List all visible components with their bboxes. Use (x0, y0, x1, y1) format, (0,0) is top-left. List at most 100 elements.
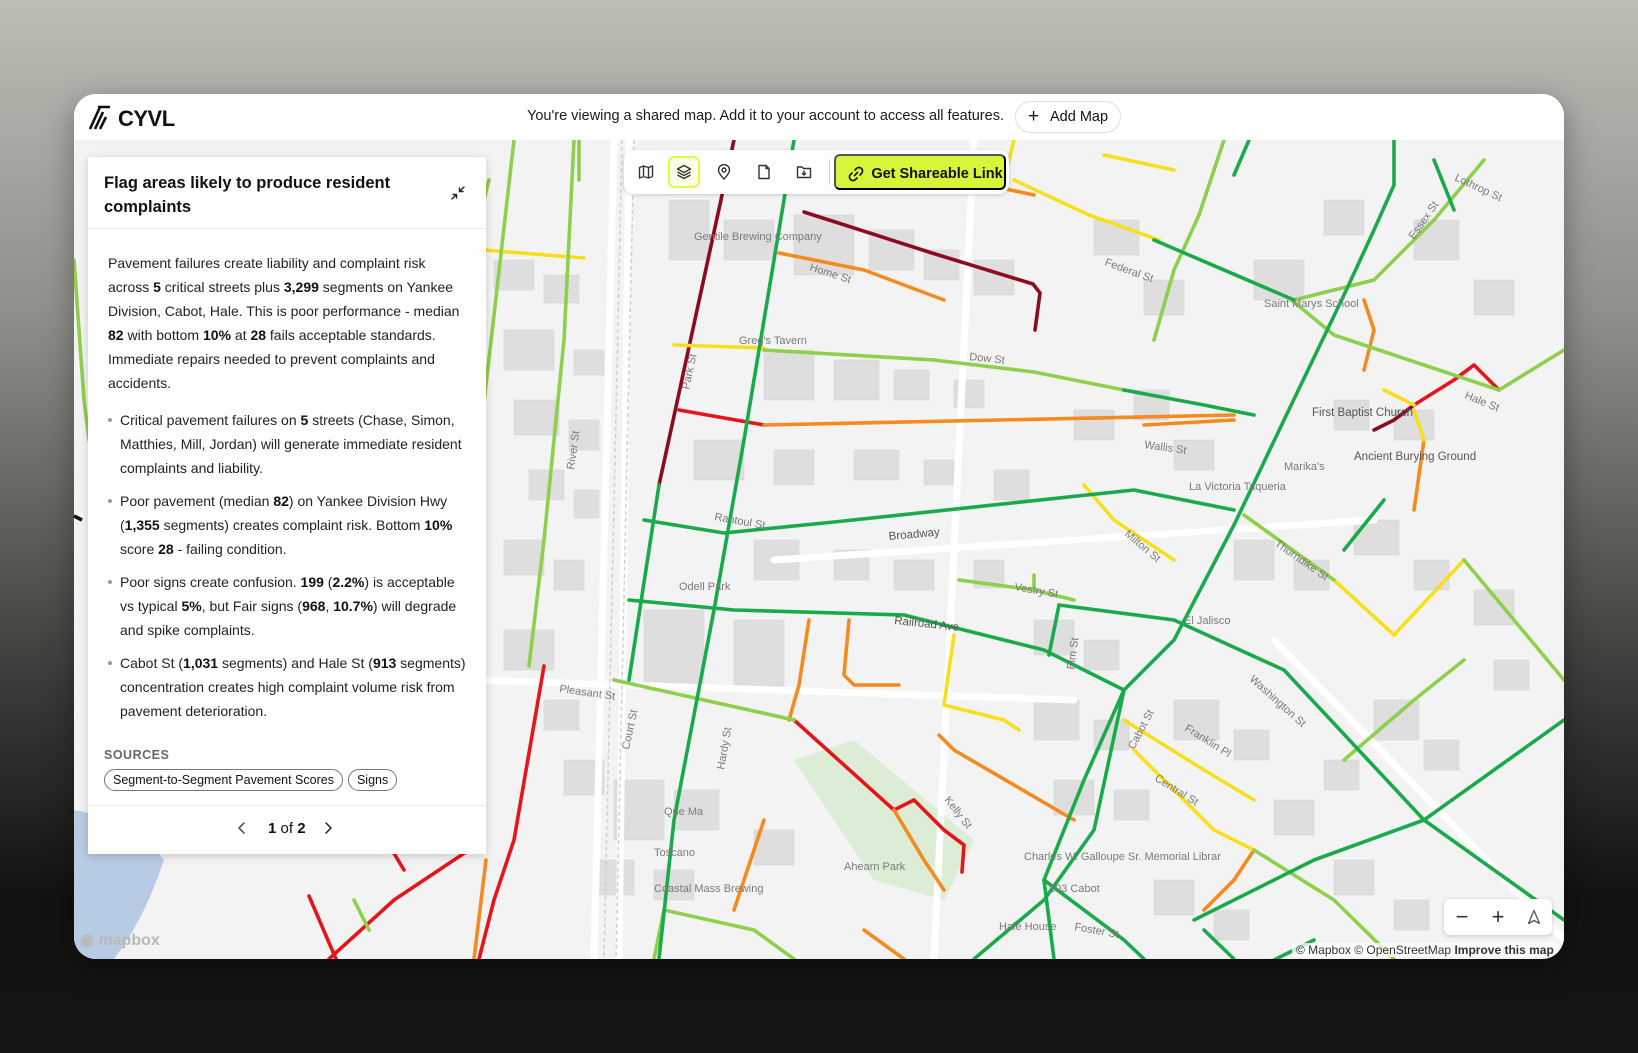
metric-value: 82 (273, 493, 289, 509)
metric-value: 28 (158, 541, 174, 557)
share-label: Get Shareable Link (871, 166, 1003, 182)
next-page-button[interactable] (320, 820, 336, 841)
metric-value: 5% (181, 598, 202, 614)
improve-map-link[interactable]: Improve this map (1454, 943, 1553, 957)
insight-text: Cabot St ( (120, 655, 184, 671)
insight-text: segments) and Hale St ( (218, 655, 373, 671)
panel-title: Flag areas likely to produce resident co… (104, 174, 391, 216)
insight-text: segments) creates complaint risk. Bottom (159, 517, 425, 533)
poi-label: First Baptist Church (1312, 407, 1413, 419)
poi-label: Saint Marys School (1264, 298, 1359, 310)
map-toolbar: Get Shareable Link (624, 150, 1009, 194)
insight-bullet: Cabot St (1,031 segments) and Hale St (9… (108, 651, 466, 723)
poi-label: Ancient Burying Ground (1354, 451, 1476, 463)
source-chips: Segment-to-Segment Pavement Scores Signs (104, 769, 398, 791)
poi-label: Que Ma (664, 806, 704, 818)
metric-value: 2.2% (332, 574, 365, 590)
top-bar: CYVL You're viewing a shared map. Add it… (74, 94, 1564, 140)
metric-value: 5 (153, 279, 161, 295)
insight-bullet: Poor signs create confusion. 199 (2.2%) … (108, 570, 466, 642)
insight-text: Critical pavement failures on (120, 412, 301, 428)
add-map-button[interactable]: + Add Map (1015, 101, 1122, 133)
panel-header: Flag areas likely to produce resident co… (88, 157, 486, 229)
insight-text: Poor pavement (median (120, 493, 274, 509)
layers-tool-button[interactable] (668, 156, 700, 188)
mapbox-logo-icon: ◉ (80, 932, 94, 949)
poi-label: El Jalisco (1184, 615, 1230, 627)
current-page: 1 (268, 820, 277, 837)
poi-label: Gentile Brewing Company (694, 231, 822, 243)
zoom-controls: − + (1444, 899, 1552, 935)
metric-value: 10.7% (333, 598, 373, 614)
chevron-right-icon (325, 822, 332, 834)
map-tool-button[interactable] (630, 156, 662, 188)
add-map-label: Add Map (1050, 109, 1109, 125)
zoom-out-button[interactable]: − (1444, 899, 1480, 935)
insight-text: critical streets plus (160, 279, 284, 295)
insight-text: score (120, 541, 159, 557)
sources-label: SOURCES (104, 748, 170, 762)
poi-label: 103 Cabot (1049, 883, 1100, 895)
plus-icon: + (1028, 106, 1040, 127)
logo-mark-icon (88, 105, 110, 130)
shared-map-message: You're viewing a shared map. Add it to y… (527, 108, 1004, 124)
metric-value: 199 (300, 574, 324, 590)
compass-icon (1527, 909, 1541, 925)
poi-label: Ahearn Park (844, 861, 906, 873)
insight-panel: Flag areas likely to produce resident co… (88, 157, 486, 854)
metric-value: 10% (202, 327, 231, 343)
folder-download-tool-button[interactable] (788, 156, 820, 188)
folder-download-icon (796, 166, 812, 179)
insight-bullet: Critical pavement failures on 5 streets … (108, 408, 466, 480)
poi-label: Odell Park (679, 581, 731, 593)
insight-bullets: Critical pavement failures on 5 streets … (108, 408, 466, 723)
poi-label: Coastal Mass Brewing (654, 883, 763, 895)
metric-value: 3,299 (283, 279, 319, 295)
previous-page-button[interactable] (234, 820, 250, 841)
location-pin-icon (717, 164, 731, 180)
mapbox-logo[interactable]: ◉ mapbox (80, 930, 160, 950)
collapse-panel-button[interactable] (450, 185, 466, 206)
metric-value: 82 (108, 327, 124, 343)
insight-text: , but Fair signs ( (201, 598, 303, 614)
metric-value: 10% (424, 517, 453, 533)
chevron-left-icon (238, 822, 245, 834)
get-shareable-link-button[interactable]: Get Shareable Link (834, 154, 1006, 190)
insight-text: - failing condition. (173, 541, 287, 557)
poi-label: Toscano (654, 847, 695, 859)
page-indicator: 1 of 2 (268, 820, 306, 837)
source-chip-pavement-scores[interactable]: Segment-to-Segment Pavement Scores (104, 769, 343, 791)
metric-value: 1,031 (183, 655, 219, 671)
insight-text: Poor signs create confusion. (120, 574, 301, 590)
osm-attribution-link[interactable]: © OpenStreetMap (1354, 943, 1451, 957)
app-window: CYVL You're viewing a shared map. Add it… (74, 94, 1564, 959)
panel-body: Pavement failures create liability and c… (88, 229, 486, 723)
metric-value: 913 (372, 655, 397, 671)
poi-label: Hale House (999, 921, 1056, 933)
mapbox-attribution-link[interactable]: © Mapbox (1296, 943, 1351, 957)
compass-button[interactable] (1516, 899, 1552, 935)
zoom-in-button[interactable]: + (1480, 899, 1516, 935)
document-tool-button[interactable] (748, 156, 780, 188)
poi-label: Marika's (1284, 461, 1325, 473)
metric-value: 1,355 (124, 517, 160, 533)
metric-value: 28 (250, 327, 267, 343)
cyvl-logo[interactable]: CYVL (88, 103, 184, 131)
collapse-icon (451, 186, 465, 200)
insight-text: at (230, 327, 251, 343)
location-tool-button[interactable] (708, 156, 740, 188)
insight-summary: Pavement failures create liability and c… (108, 251, 466, 395)
map-icon (638, 165, 654, 179)
total-pages: 2 (297, 820, 306, 837)
poi-label: La Victoria Taqueria (1189, 481, 1287, 493)
pager: 1 of 2 (88, 805, 486, 854)
layers-icon (676, 164, 692, 180)
insight-bullet: Poor pavement (median 82) on Yankee Divi… (108, 489, 466, 561)
map-attribution: © Mapbox © OpenStreetMap Improve this ma… (1292, 943, 1558, 957)
link-icon (848, 166, 864, 182)
metric-value: 968 (302, 598, 326, 614)
page-of: of (280, 820, 294, 837)
source-chip-signs[interactable]: Signs (347, 769, 398, 791)
toolbar-divider (829, 159, 830, 185)
document-icon (758, 164, 770, 180)
